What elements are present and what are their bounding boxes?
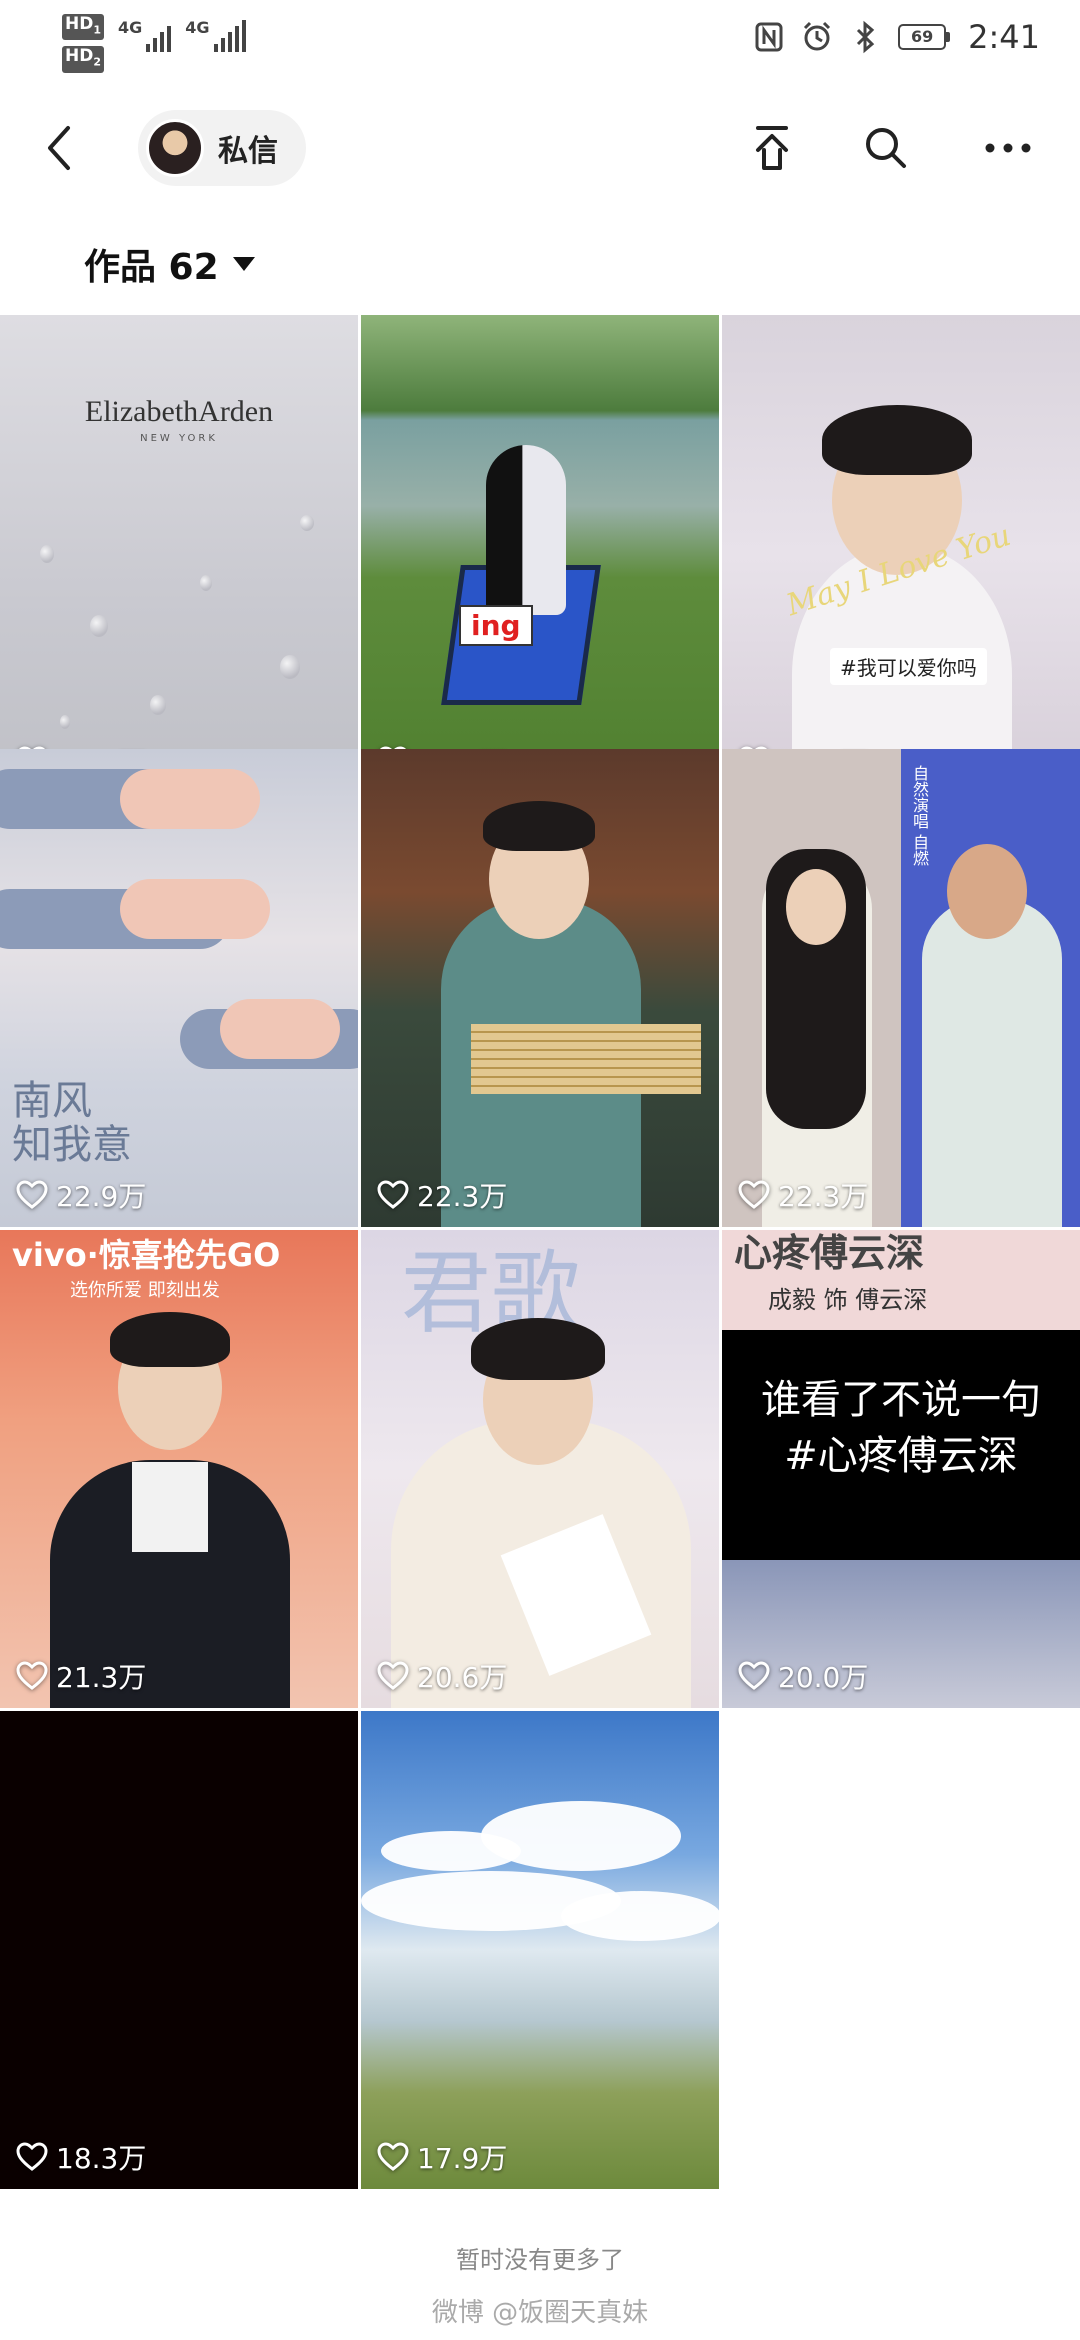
hashtag-label: #我可以爱你吗 [830, 648, 987, 685]
alarm-icon [804, 21, 831, 51]
video-tile[interactable]: ElizabethArden NEW YORK 26.3万 [0, 315, 358, 793]
watermark: 微博 @饭圈天真妹 [431, 2298, 649, 2328]
like-count: 18.3万 [16, 2137, 146, 2177]
nfc-icon [755, 22, 783, 52]
video-tile[interactable]: 自然演唱 自燃 22.3万 [722, 749, 1080, 1227]
signal-icon-2: 4G [185, 20, 246, 52]
status-left: HD1 HD2 4G 4G [62, 14, 246, 73]
hd-badge-1: HD1 [62, 14, 104, 41]
heart-icon [377, 2142, 409, 2171]
search-icon[interactable] [858, 120, 914, 176]
video-tile[interactable]: 南风 知我意 22.9万 [0, 749, 358, 1227]
side-caption: 自然演唱 自燃 [910, 765, 929, 867]
brand-logo: ElizabethArden [84, 395, 274, 428]
video-tile[interactable]: 18.3万 [0, 1711, 358, 2189]
video-tile[interactable]: 22.3万 [361, 749, 719, 1227]
like-count: 20.6万 [377, 1656, 507, 1696]
back-button[interactable] [40, 122, 84, 174]
share-icon[interactable] [744, 120, 800, 176]
video-tile[interactable]: 心疼傅云深 成毅 饰 傅云深 谁看了不说一句 #心疼傅云深 20.0万 [722, 1230, 1080, 1708]
end-of-list-note: 暂时没有更多了 [456, 2246, 624, 2274]
heart-icon [377, 1180, 409, 1209]
tile-heading: 心疼傅云深 [734, 1231, 925, 1275]
like-count: 22.9万 [16, 1175, 146, 1215]
video-tile[interactable]: vivo·惊喜抢先GO 选你所爱 即刻出发 21.3万 [0, 1230, 358, 1708]
dm-label: 私信 [218, 134, 278, 169]
bluetooth-icon [857, 20, 875, 54]
brand-subtitle: NEW YORK [140, 433, 218, 444]
like-count: 22.3万 [738, 1175, 868, 1215]
like-count: 17.9万 [377, 2137, 507, 2177]
avatar [146, 119, 204, 177]
more-icon[interactable] [980, 120, 1036, 176]
ad-subtitle: 选你所爱 即刻出发 [70, 1280, 220, 1301]
drama-title: 南风 知我意 [12, 1078, 132, 1168]
like-count: 21.3万 [16, 1656, 146, 1696]
signal-icon-1: 4G [118, 20, 172, 52]
heart-icon [16, 1661, 48, 1690]
video-tile[interactable]: May I Love You #我可以爱你吗 25.7万 [722, 315, 1080, 793]
caption-text: 谁看了不说一句 #心疼傅云深 [722, 1330, 1080, 1560]
like-count: 22.3万 [377, 1175, 507, 1215]
heart-icon [16, 1180, 48, 1209]
tile-subheading: 成毅 饰 傅云深 [768, 1286, 928, 1314]
clock: 2:41 [968, 18, 1040, 56]
heart-icon [738, 1180, 770, 1209]
heart-icon [377, 1661, 409, 1690]
works-count-label: 作品 62 [84, 247, 219, 288]
status-bar: HD1 HD2 4G 4G 69 2:41 [0, 0, 1080, 80]
video-tile[interactable]: 君歌 20.6万 [361, 1230, 719, 1708]
battery-icon: 69 [898, 24, 951, 50]
video-tile[interactable]: ing 25.7万 [361, 315, 719, 793]
hd-badge-2: HD2 [62, 46, 104, 73]
heart-icon [16, 2142, 48, 2171]
heart-icon [738, 1661, 770, 1690]
caret-down-icon [232, 257, 255, 271]
profile-header: 私信 [0, 100, 1080, 196]
video-tile[interactable]: 17.9万 [361, 1711, 719, 2189]
works-dropdown[interactable]: 作品 62 [84, 238, 255, 290]
ad-header: vivo·惊喜抢先GO [12, 1236, 281, 1274]
dm-button[interactable]: 私信 [138, 110, 306, 186]
like-count: 20.0万 [738, 1656, 868, 1696]
status-right: 69 2:41 [754, 18, 1040, 56]
live-badge: ing [459, 605, 533, 646]
